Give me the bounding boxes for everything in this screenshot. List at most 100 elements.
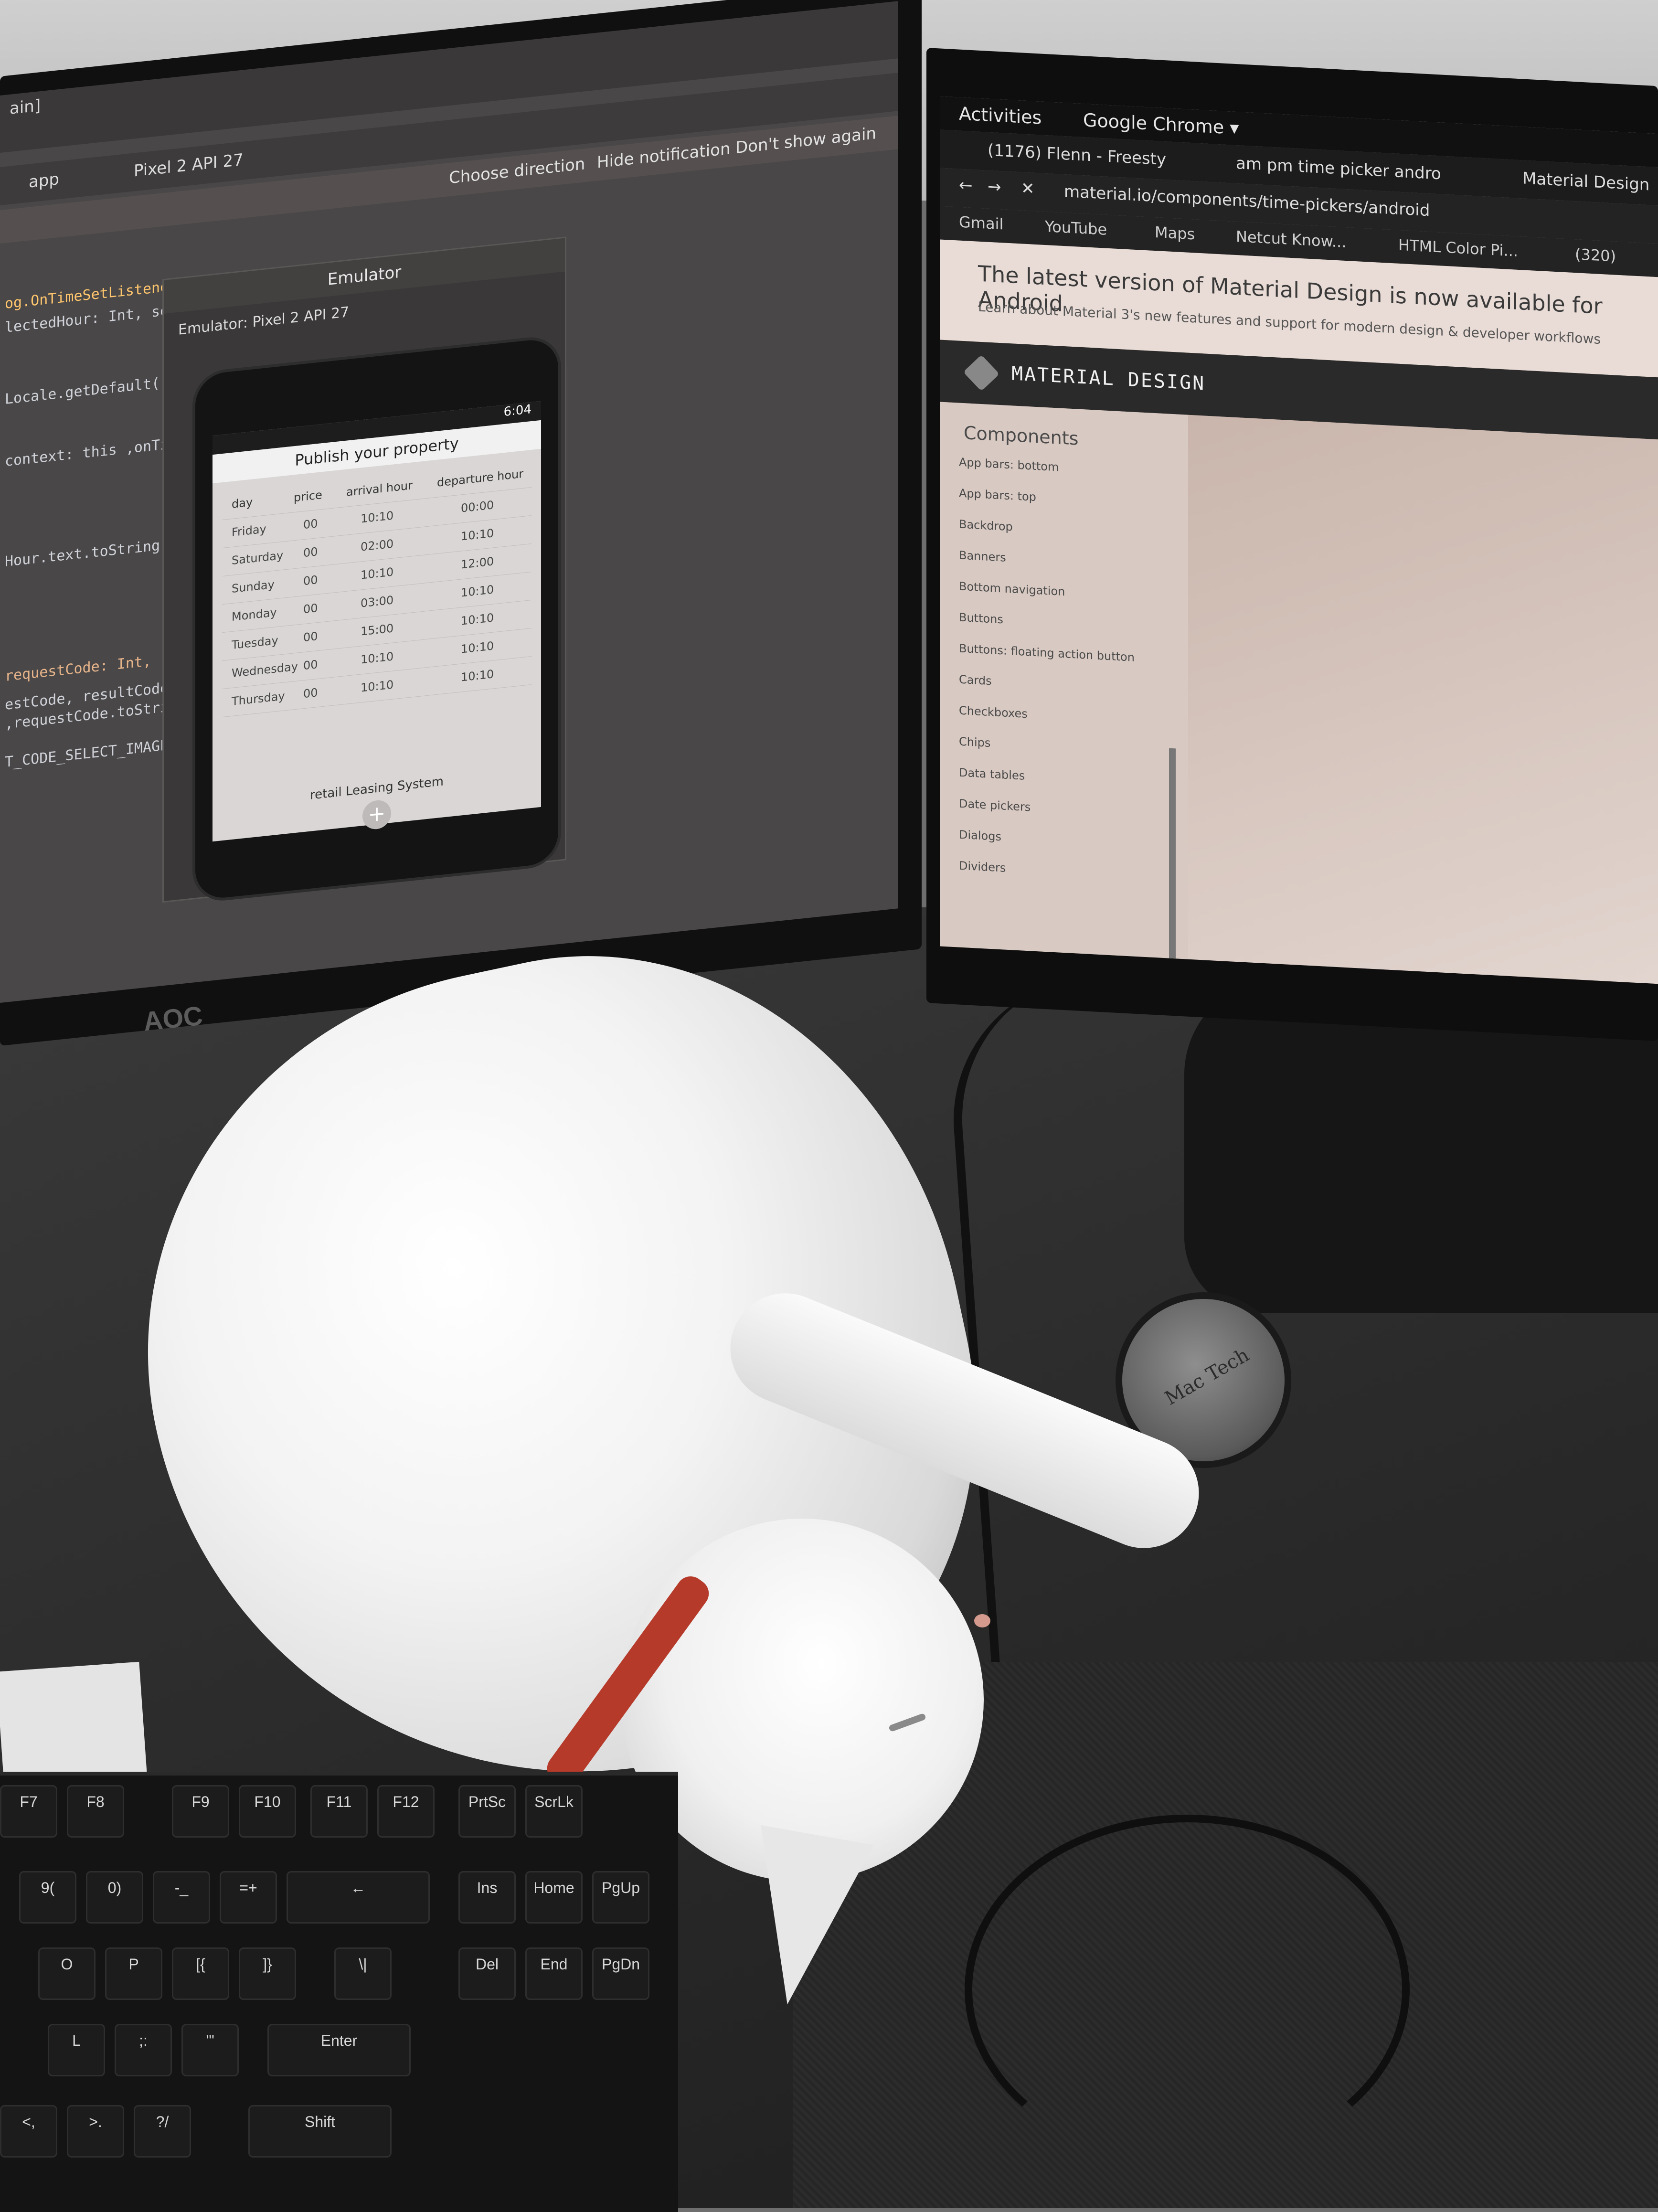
- key[interactable]: =+: [220, 1871, 277, 1924]
- cell-price[interactable]: 00: [303, 629, 318, 644]
- tab-youtube[interactable]: (1176) Flenn - Freesty: [988, 141, 1166, 170]
- cell-departure[interactable]: 10:10: [461, 667, 494, 684]
- key[interactable]: Del: [458, 1947, 516, 2000]
- key[interactable]: ?/: [134, 2105, 191, 2158]
- sidebar-item[interactable]: Backdrop: [959, 518, 1013, 534]
- key[interactable]: >.: [67, 2105, 124, 2158]
- key[interactable]: L: [48, 2024, 105, 2076]
- stop-icon[interactable]: ✕: [1021, 179, 1035, 198]
- sidebar-scrollbar[interactable]: [1169, 748, 1176, 984]
- key[interactable]: '": [181, 2024, 239, 2076]
- key[interactable]: PgUp: [592, 1871, 649, 1924]
- key[interactable]: F10: [239, 1785, 296, 1838]
- cell-departure[interactable]: 12:00: [461, 554, 494, 571]
- key[interactable]: Home: [525, 1871, 583, 1924]
- cell-arrival[interactable]: 10:10: [361, 649, 393, 666]
- key[interactable]: <,: [0, 2105, 57, 2158]
- bookmark-maps[interactable]: Maps: [1155, 223, 1195, 243]
- cell-departure[interactable]: 10:10: [461, 639, 494, 656]
- key[interactable]: PgDn: [592, 1947, 649, 2000]
- sidebar-item[interactable]: Buttons: [959, 611, 1003, 627]
- col-day: day: [232, 495, 253, 511]
- shift-key[interactable]: Shift: [248, 2105, 392, 2158]
- cell-price[interactable]: 00: [303, 573, 318, 588]
- emulator-window: Emulator Emulator: Pixel 2 API 27 6:04 P…: [162, 236, 566, 904]
- cell-price[interactable]: 00: [303, 545, 318, 560]
- cell-arrival[interactable]: 10:10: [361, 565, 393, 582]
- cell-day: Saturday: [232, 548, 284, 568]
- cell-day: Thursday: [232, 689, 285, 709]
- key[interactable]: End: [525, 1947, 583, 2000]
- cell-day: Sunday: [232, 577, 275, 596]
- dont-show-again-link[interactable]: Don't show again: [735, 124, 876, 158]
- sidebar-item[interactable]: App bars: bottom: [959, 456, 1059, 474]
- cell-departure[interactable]: 00:00: [461, 498, 494, 515]
- bookmark-320[interactable]: (320): [1575, 245, 1616, 266]
- sidebar-item[interactable]: Dialogs: [959, 828, 1001, 844]
- app-menu[interactable]: Google Chrome ▾: [1083, 109, 1239, 138]
- bookmark-youtube[interactable]: YouTube: [1045, 217, 1107, 239]
- key[interactable]: [{: [172, 1947, 229, 2000]
- key[interactable]: 9(: [19, 1871, 76, 1924]
- sidebar-item[interactable]: Dividers: [959, 859, 1006, 875]
- paper-sheet: [0, 1661, 148, 1787]
- key[interactable]: F11: [310, 1785, 368, 1838]
- key[interactable]: F9: [172, 1785, 229, 1838]
- sidebar-item[interactable]: Bottom navigation: [959, 580, 1065, 599]
- tab-search[interactable]: am pm time picker andro: [1236, 154, 1441, 184]
- back-icon[interactable]: ←: [959, 176, 973, 195]
- cell-arrival[interactable]: 10:10: [361, 509, 393, 525]
- key[interactable]: \|: [334, 1947, 392, 2000]
- coaster-label: Mac Tech: [1161, 1344, 1253, 1410]
- bookmark-html-color[interactable]: HTML Color Pi...: [1398, 236, 1518, 260]
- cell-price[interactable]: 00: [303, 517, 318, 532]
- sidebar-item[interactable]: App bars: top: [959, 487, 1036, 504]
- key[interactable]: P: [105, 1947, 162, 2000]
- cell-price[interactable]: 00: [303, 601, 318, 616]
- phone-device: 6:04 Publish your property day price arr…: [192, 334, 561, 904]
- key[interactable]: Ins: [458, 1871, 516, 1924]
- module-selector[interactable]: app: [29, 170, 59, 192]
- key[interactable]: F7: [0, 1785, 57, 1838]
- tab-material[interactable]: Material Design: [1522, 169, 1649, 194]
- sidebar-item[interactable]: Buttons: floating action button: [959, 642, 1135, 664]
- sidebar-item[interactable]: Data tables: [959, 766, 1025, 783]
- cell-arrival[interactable]: 10:10: [361, 678, 393, 694]
- key[interactable]: -_: [153, 1871, 210, 1924]
- bookmark-netcut[interactable]: Netcut Know...: [1236, 227, 1346, 251]
- sidebar-item[interactable]: Cards: [959, 673, 992, 688]
- cell-departure[interactable]: 10:10: [461, 526, 494, 543]
- forward-icon[interactable]: →: [988, 177, 1001, 197]
- key[interactable]: O: [38, 1947, 96, 2000]
- key[interactable]: F12: [377, 1785, 435, 1838]
- site-name[interactable]: MATERIAL DESIGN: [1011, 362, 1205, 394]
- enter-key[interactable]: Enter: [267, 2024, 411, 2076]
- sidebar-item[interactable]: Banners: [959, 549, 1006, 564]
- key[interactable]: ←: [287, 1871, 430, 1924]
- key[interactable]: 0): [86, 1871, 143, 1924]
- cell-arrival[interactable]: 03:00: [361, 593, 393, 610]
- cell-arrival[interactable]: 02:00: [361, 537, 393, 553]
- cell-day: Wednesday: [232, 659, 298, 681]
- sidebar-item[interactable]: Date pickers: [959, 797, 1031, 814]
- cell-arrival[interactable]: 15:00: [361, 621, 393, 638]
- material-logo-icon[interactable]: [963, 354, 1000, 392]
- key[interactable]: ]}: [239, 1947, 296, 2000]
- bookmark-gmail[interactable]: Gmail: [959, 213, 1003, 234]
- cell-price[interactable]: 00: [303, 658, 318, 672]
- choose-direction-link[interactable]: Choose direction: [449, 154, 585, 188]
- add-button[interactable]: +: [362, 798, 391, 831]
- device-selector[interactable]: Pixel 2 API 27: [134, 150, 244, 181]
- hide-notification-link[interactable]: Hide notification: [597, 139, 731, 172]
- cell-price[interactable]: 00: [303, 686, 318, 701]
- key[interactable]: ;:: [115, 2024, 172, 2076]
- col-price: price: [294, 488, 322, 505]
- activities-button[interactable]: Activities: [959, 103, 1042, 128]
- key[interactable]: ScrLk: [525, 1785, 583, 1838]
- key[interactable]: F8: [67, 1785, 124, 1838]
- cell-departure[interactable]: 10:10: [461, 611, 494, 627]
- cell-departure[interactable]: 10:10: [461, 583, 494, 599]
- sidebar-item[interactable]: Checkboxes: [959, 704, 1028, 721]
- key[interactable]: PrtSc: [458, 1785, 516, 1838]
- sidebar-item[interactable]: Chips: [959, 735, 990, 750]
